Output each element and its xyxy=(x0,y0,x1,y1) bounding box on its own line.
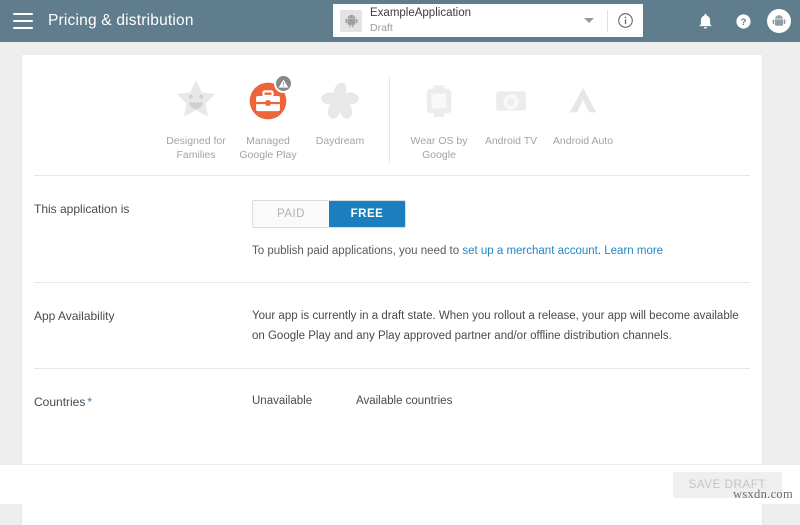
row-countries: Countries * Unavailable Available countri… xyxy=(22,369,762,431)
svg-text:?: ? xyxy=(740,16,746,27)
hamburger-line xyxy=(13,27,33,29)
feature-label: Android TV xyxy=(484,135,538,147)
briefcase-circle-icon xyxy=(246,74,293,125)
countries-label: Countries * xyxy=(34,393,252,409)
feature-managed-google-play[interactable]: Managed Google Play xyxy=(232,74,304,162)
merchant-account-link[interactable]: set up a merchant account xyxy=(462,245,598,257)
account-avatar-icon[interactable] xyxy=(767,9,791,33)
learn-more-link[interactable]: Learn more xyxy=(604,245,663,257)
feature-daydream[interactable]: Daydream xyxy=(304,77,376,148)
countries-column-headers: Unavailable Available countries xyxy=(252,393,750,407)
feature-designed-for-families[interactable]: Designed for Families xyxy=(160,77,232,162)
feature-label: Wear OS by Google xyxy=(410,135,468,162)
helper-prefix: To publish paid applications, you need t… xyxy=(252,245,463,257)
app-availability-body: Your app is currently in a draft state. … xyxy=(252,307,750,346)
feature-label: Daydream xyxy=(315,135,365,147)
pricing-distribution-card: Designed for Families Managed Google Pla… xyxy=(22,55,762,525)
feature-android-auto[interactable]: Android Auto xyxy=(547,77,619,148)
feature-android-tv[interactable]: Android TV xyxy=(475,77,547,148)
chevron-down-icon[interactable] xyxy=(584,18,594,23)
smartwatch-icon xyxy=(418,77,460,125)
feature-wear-os-by-google[interactable]: Wear OS by Google xyxy=(403,77,475,162)
chevron-peak-icon xyxy=(562,77,604,125)
column-header-unavailable: Unavailable xyxy=(252,395,313,408)
feature-label: Managed Google Play xyxy=(239,135,297,162)
app-bar-actions: ? xyxy=(691,7,791,35)
feature-group-divider xyxy=(389,77,390,163)
television-icon xyxy=(490,77,532,125)
pinwheel-icon xyxy=(318,77,362,125)
feature-targets-strip: Designed for Families Managed Google Pla… xyxy=(22,55,762,175)
merchant-account-helper: To publish paid applications, you need t… xyxy=(252,243,750,260)
toggle-option-free[interactable]: FREE xyxy=(329,201,405,227)
app-state: Draft xyxy=(370,21,393,34)
column-header-available: Available countries xyxy=(356,395,453,408)
warning-triangle-icon xyxy=(274,74,293,93)
hamburger-line xyxy=(13,20,33,22)
required-marker: * xyxy=(87,395,93,410)
page-title: Pricing & distribution xyxy=(48,12,194,29)
feature-label: Android Auto xyxy=(552,135,614,147)
watermark: wsxdn.com xyxy=(733,487,793,501)
app-name: ExampleApplication xyxy=(370,7,472,20)
countries-body: Unavailable Available countries xyxy=(252,393,750,409)
app-availability-label: App Availability xyxy=(34,309,115,324)
android-app-icon xyxy=(340,9,362,32)
app-selector[interactable]: ExampleApplication Draft xyxy=(333,4,643,37)
help-question-icon[interactable]: ? xyxy=(729,7,757,35)
app-availability-text: Your app is currently in a draft state. … xyxy=(252,310,739,342)
feature-label: Designed for Families xyxy=(166,135,226,162)
action-footer: SAVE DRAFT xyxy=(0,464,800,504)
info-circle-icon[interactable] xyxy=(608,4,643,37)
smiling-star-icon xyxy=(173,77,219,125)
toggle-option-paid[interactable]: PAID xyxy=(253,201,329,227)
notifications-bell-icon[interactable] xyxy=(691,7,719,35)
top-app-bar: Pricing & distribution ExampleApplicatio… xyxy=(0,0,800,42)
hamburger-menu-icon[interactable] xyxy=(13,13,33,29)
row-app-availability: App Availability Your app is currently i… xyxy=(22,283,762,368)
hamburger-line xyxy=(13,13,33,15)
price-type-toggle[interactable]: PAID FREE xyxy=(252,200,406,228)
row-application-type: This application is PAID FREE To publish… xyxy=(22,176,762,282)
application-type-body: PAID FREE To publish paid applications, … xyxy=(252,200,750,260)
app-selector-text: ExampleApplication Draft xyxy=(370,7,584,33)
application-type-label: This application is xyxy=(34,202,130,216)
countries-label-text: Countries xyxy=(34,395,86,410)
